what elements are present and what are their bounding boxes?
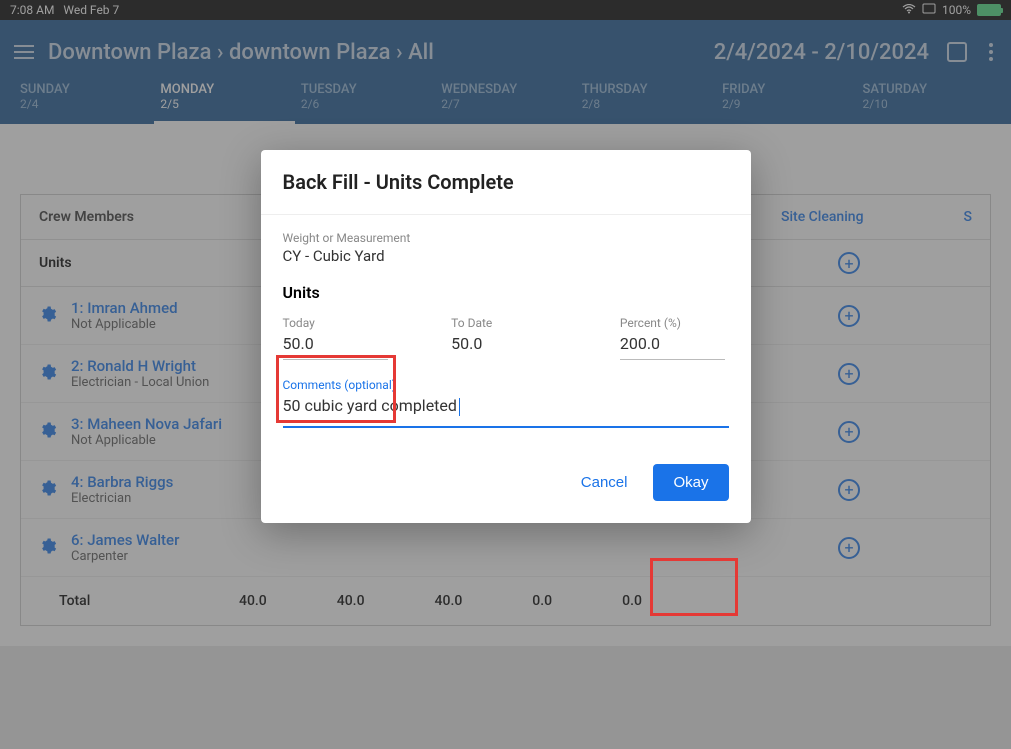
comments-text: 50 cubic yard completed bbox=[283, 396, 457, 415]
modal-title: Back Fill - Units Complete bbox=[261, 150, 751, 215]
percent-input[interactable]: 200.0 bbox=[620, 330, 725, 360]
units-section-title: Units bbox=[283, 283, 729, 302]
cancel-button[interactable]: Cancel bbox=[569, 464, 640, 501]
comments-label: Comments (optional) bbox=[283, 378, 729, 392]
measurement-value: CY - Cubic Yard bbox=[283, 247, 729, 265]
todate-label: To Date bbox=[451, 316, 560, 330]
okay-button[interactable]: Okay bbox=[653, 464, 728, 501]
units-complete-modal: Back Fill - Units Complete Weight or Mea… bbox=[261, 150, 751, 523]
todate-input[interactable]: 50.0 bbox=[451, 330, 556, 359]
measurement-label: Weight or Measurement bbox=[283, 231, 729, 245]
today-input[interactable]: 50.0 bbox=[283, 330, 388, 360]
percent-label: Percent (%) bbox=[620, 316, 729, 330]
comments-input[interactable]: 50 cubic yard completed bbox=[283, 392, 729, 428]
today-label: Today bbox=[283, 316, 392, 330]
text-cursor bbox=[459, 398, 460, 416]
